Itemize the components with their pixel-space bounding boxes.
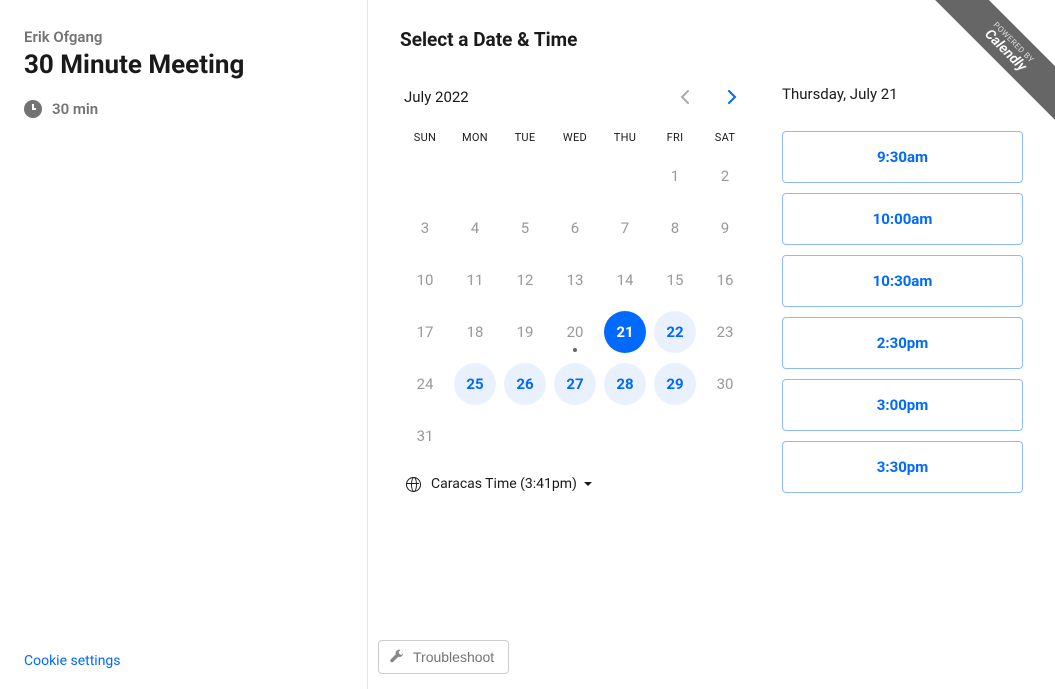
day-2: 2	[704, 155, 746, 197]
day-29[interactable]: 29	[654, 363, 696, 405]
day-31: 31	[404, 415, 446, 457]
day-5: 5	[504, 207, 546, 249]
day-10: 10	[404, 259, 446, 301]
timeslot-button[interactable]: 2:30pm	[782, 317, 1023, 369]
wrench-icon	[389, 649, 405, 665]
day-26[interactable]: 26	[504, 363, 546, 405]
weekday-label: SUN	[400, 131, 450, 144]
weekday-label: TUE	[500, 131, 550, 144]
weekday-label: SAT	[700, 131, 750, 144]
timezone-selector[interactable]: Caracas Time (3:41pm)	[400, 476, 750, 492]
weekday-label: WED	[550, 131, 600, 144]
timeslots-panel: Thursday, July 21 9:30am 10:00am 10:30am 2:…	[782, 83, 1023, 503]
day-3: 3	[404, 207, 446, 249]
timeslot-button[interactable]: 9:30am	[782, 131, 1023, 183]
next-month-button[interactable]	[718, 83, 746, 111]
main-panel: Select a Date & Time July 2022 SUNMONTUE…	[368, 0, 1055, 689]
page-title: Select a Date & Time	[400, 28, 1023, 51]
timezone-label: Caracas Time (3:41pm)	[431, 476, 577, 492]
day-25[interactable]: 25	[454, 363, 496, 405]
day-16: 16	[704, 259, 746, 301]
meeting-duration: 30 min	[24, 100, 337, 118]
day-14: 14	[604, 259, 646, 301]
month-label: July 2022	[404, 88, 469, 106]
day-1: 1	[654, 155, 696, 197]
day-15: 15	[654, 259, 696, 301]
day-12: 12	[504, 259, 546, 301]
cookie-settings-link[interactable]: Cookie settings	[24, 653, 121, 669]
day-11: 11	[454, 259, 496, 301]
day-8: 8	[654, 207, 696, 249]
day-4: 4	[454, 207, 496, 249]
day-24: 24	[404, 363, 446, 405]
troubleshoot-label: Troubleshoot	[413, 649, 494, 665]
globe-icon	[406, 477, 421, 492]
day-23: 23	[704, 311, 746, 353]
prev-month-button[interactable]	[670, 83, 698, 111]
timeslot-button[interactable]: 3:00pm	[782, 379, 1023, 431]
selected-date-label: Thursday, July 21	[782, 85, 1023, 103]
weekday-label: FRI	[650, 131, 700, 144]
day-9: 9	[704, 207, 746, 249]
weekday-label: MON	[450, 131, 500, 144]
clock-icon	[24, 100, 42, 118]
day-19: 19	[504, 311, 546, 353]
meeting-title: 30 Minute Meeting	[24, 50, 337, 80]
host-name: Erik Ofgang	[24, 28, 337, 46]
day-30: 30	[704, 363, 746, 405]
timeslot-button[interactable]: 10:30am	[782, 255, 1023, 307]
weekday-row: SUNMONTUEWEDTHUFRISAT	[400, 131, 750, 144]
day-7: 7	[604, 207, 646, 249]
weekday-label: THU	[600, 131, 650, 144]
duration-text: 30 min	[52, 100, 98, 118]
day-27[interactable]: 27	[554, 363, 596, 405]
today-indicator	[573, 348, 577, 352]
troubleshoot-button[interactable]: Troubleshoot	[378, 640, 509, 674]
day-21[interactable]: 21	[604, 311, 646, 353]
days-grid: 1234567891011121314151617181920212223242…	[400, 154, 750, 458]
day-18: 18	[454, 311, 496, 353]
day-22[interactable]: 22	[654, 311, 696, 353]
calendar: July 2022 SUNMONTUEWEDTHUFRISAT 12345678…	[400, 83, 750, 503]
day-28[interactable]: 28	[604, 363, 646, 405]
day-20: 20	[554, 311, 596, 353]
chevron-down-icon	[584, 482, 592, 486]
day-17: 17	[404, 311, 446, 353]
day-13: 13	[554, 259, 596, 301]
timeslot-button[interactable]: 10:00am	[782, 193, 1023, 245]
sidebar: Erik Ofgang 30 Minute Meeting 30 min Coo…	[0, 0, 368, 689]
timeslot-button[interactable]: 3:30pm	[782, 441, 1023, 493]
day-6: 6	[554, 207, 596, 249]
